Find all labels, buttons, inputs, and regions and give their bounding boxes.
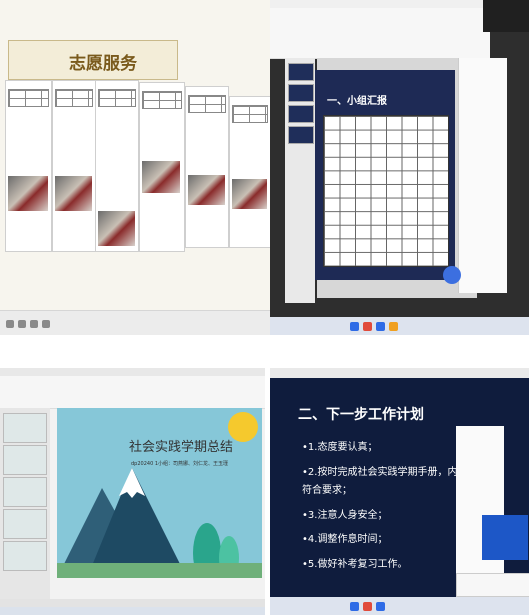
report-table (323, 115, 449, 267)
wps-ribbon (270, 8, 490, 59)
summary-slide: 社会实践学期总结 dp20240 1小组：司燕娜、刘仁龙、王玉瑾 (57, 408, 262, 578)
slide-thumbnail[interactable] (288, 126, 314, 144)
photo (232, 179, 267, 209)
document-panel (5, 80, 52, 252)
plan-item: •4.调整作息时间； (302, 534, 388, 545)
plan-item: •2.按时完成社会实践学期手册，内容充 (302, 467, 478, 478)
taskbar (270, 317, 529, 335)
menu-bar (0, 368, 265, 376)
app-icon[interactable] (363, 602, 372, 611)
plan-heading: 二、下一步工作计划 (298, 407, 424, 423)
group-report-slide: 一、小组汇报 (315, 70, 461, 284)
app-icon[interactable] (363, 322, 372, 331)
photo (8, 176, 48, 211)
windows-logo (482, 515, 528, 560)
plan-item: 符合要求； (302, 485, 352, 496)
document-panel (139, 82, 185, 252)
mountain-illustration (57, 468, 262, 578)
slide-thumbnail[interactable] (288, 105, 314, 123)
slide-title-box: 志愿服务 (8, 40, 178, 80)
slide-thumbnail[interactable] (3, 445, 47, 475)
summary-slide-subtitle: dp20240 1小组：司燕娜、刘仁龙、王玉瑾 (131, 461, 229, 467)
document-panel (229, 96, 270, 248)
pen-icon[interactable] (30, 320, 38, 328)
plan-item: •1.态度要认真； (302, 442, 378, 453)
plan-item: •3.注意人身安全； (302, 510, 388, 521)
slide-thumbnail[interactable] (3, 541, 47, 571)
status-bar (0, 599, 265, 607)
summary-slide-title: 社会实践学期总结 (129, 440, 234, 455)
slide-thumbnails (0, 408, 50, 603)
group-report-title: 一、小组汇报 (327, 96, 387, 107)
window-caption (270, 368, 529, 378)
notification-popup[interactable] (456, 573, 529, 597)
document-panel (52, 80, 96, 252)
taskbar (270, 597, 529, 615)
camera-window (483, 0, 529, 32)
slide-thumbnail[interactable] (288, 63, 314, 81)
decorative-dot (443, 266, 461, 284)
plan-item: •5.做好补考复习工作。 (302, 559, 408, 570)
slide-thumbnails (285, 58, 315, 303)
next-icon[interactable] (18, 320, 26, 328)
menu-icon[interactable] (42, 320, 50, 328)
slide-thumbnail[interactable] (3, 413, 47, 443)
app-icon[interactable] (389, 322, 398, 331)
app-icon[interactable] (350, 322, 359, 331)
slide-thumbnail[interactable] (288, 84, 314, 102)
taskbar (0, 607, 265, 615)
photo (55, 176, 92, 211)
slide-thumbnail[interactable] (3, 509, 47, 539)
top-left-screen: 志愿服务 (0, 0, 270, 335)
presentation-controls (0, 310, 270, 335)
document-panel (95, 80, 139, 252)
ribbon (0, 376, 265, 409)
meeting-sidebar (458, 58, 507, 293)
slide-thumbnail[interactable] (3, 477, 47, 507)
photo (188, 175, 225, 205)
photo (142, 161, 180, 193)
app-icon[interactable] (376, 602, 385, 611)
slide-title: 志愿服务 (69, 54, 137, 74)
app-icon[interactable] (350, 602, 359, 611)
app-icon[interactable] (376, 322, 385, 331)
prev-icon[interactable] (6, 320, 14, 328)
photo (98, 211, 135, 246)
bottom-right-screen: 二、下一步工作计划 •1.态度要认真； •2.按时完成社会实践学期手册，内容充 … (270, 368, 529, 615)
document-panel (185, 86, 229, 248)
wps-tab-bar (270, 0, 490, 8)
